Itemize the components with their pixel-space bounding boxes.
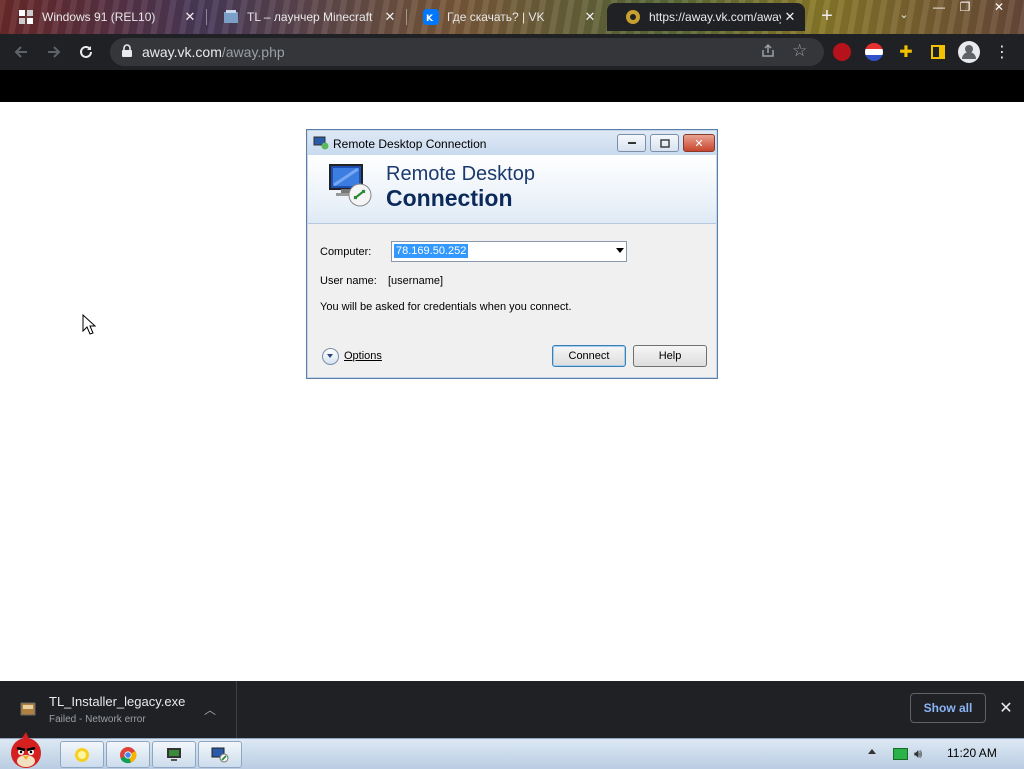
start-button-angry-bird-icon[interactable]	[2, 731, 50, 769]
remote-desktop-dialog: Remote Desktop Connection ✕ Remote Deskt…	[306, 129, 718, 379]
tab-title: https://away.vk.com/away.php	[649, 10, 781, 24]
profile-avatar-icon[interactable]	[958, 41, 980, 63]
banner-heading-line1: Remote Desktop	[386, 163, 535, 185]
close-window-icon[interactable]: ✕	[984, 0, 1014, 18]
dialog-minimize-button[interactable]	[617, 134, 646, 152]
banner-heading-line2: Connection	[386, 185, 513, 211]
forward-arrow-icon[interactable]	[43, 41, 65, 63]
close-shelf-icon[interactable]: ✕	[996, 698, 1016, 718]
tab-title: Windows 91 (REL10)	[42, 10, 156, 24]
taskbar: 🔊︎ 11:20 AM	[0, 732, 1024, 769]
taskbar-chrome-button[interactable]	[106, 741, 150, 768]
connect-button[interactable]: Connect	[552, 345, 626, 367]
bookmark-star-icon[interactable]: ☆	[792, 41, 807, 61]
tab-strip: Windows 91 (REL10) ✕ TL – лаунчер Minecr…	[0, 0, 1024, 34]
dialog-banner: Remote Desktop Connection	[308, 155, 716, 224]
tab-close-icon[interactable]: ✕	[781, 9, 799, 25]
mouse-pointer-icon	[82, 314, 97, 335]
computer-label: Computer:	[320, 246, 372, 258]
username-label: User name:	[320, 275, 377, 287]
tab-windows91[interactable]: Windows 91 (REL10) ✕	[0, 3, 207, 31]
back-arrow-icon[interactable]	[10, 41, 32, 63]
browser-menu-kebab-icon[interactable]: ⋮	[991, 41, 1013, 63]
tab-search-chevron-icon[interactable]: ⌄	[895, 8, 913, 26]
taskbar-remote-desktop-button[interactable]	[198, 741, 242, 768]
dialog-close-button[interactable]: ✕	[683, 134, 715, 152]
computer-value[interactable]: 78.169.50.252	[394, 244, 469, 258]
tab-tlauncher[interactable]: TL – лаунчер Minecraft ✕	[205, 3, 407, 31]
tlauncher-favicon-icon	[224, 10, 238, 23]
address-bar[interactable]: away.vk.com/away.php ☆	[110, 38, 824, 66]
tab-vk[interactable]: K Где скачать? | VK ✕	[405, 3, 605, 31]
username-value: [username]	[388, 275, 444, 287]
ublock-extension-icon[interactable]	[833, 43, 851, 61]
dialog-titlebar[interactable]: Remote Desktop Connection ✕	[308, 131, 716, 155]
show-all-button[interactable]: Show all	[910, 693, 986, 723]
network-monitor-icon	[167, 747, 181, 761]
remote-desktop-monitor-icon	[329, 164, 372, 207]
taskbar-network-button[interactable]	[152, 741, 196, 768]
computer-combobox[interactable]: 78.169.50.252	[391, 241, 627, 262]
help-button[interactable]: Help	[633, 345, 707, 367]
tab-close-icon[interactable]: ✕	[581, 9, 599, 25]
browser-toolbar: away.vk.com/away.php ☆ ✚ ⋮	[0, 34, 1024, 70]
share-icon[interactable]	[760, 43, 776, 62]
url-path: /away.php	[221, 44, 285, 60]
tab-close-icon[interactable]: ✕	[381, 9, 399, 25]
tab-title: TL – лаунчер Minecraft	[247, 10, 373, 24]
chevron-down-icon[interactable]	[616, 248, 624, 253]
credentials-note: You will be asked for credentials when y…	[320, 301, 572, 313]
download-status: Failed - Network error	[49, 714, 146, 725]
tab-close-icon[interactable]: ✕	[181, 9, 199, 25]
chrome-icon	[120, 746, 137, 763]
tab-away-vk-active[interactable]: https://away.vk.com/away.php ✕	[607, 3, 805, 31]
folder-icon	[75, 747, 89, 762]
dialog-maximize-button[interactable]	[650, 134, 679, 152]
taskbar-clock[interactable]: 11:20 AM	[947, 746, 997, 760]
minimize-icon	[627, 142, 636, 144]
close-icon: ✕	[694, 137, 704, 150]
vpn-flag-extension-icon[interactable]	[865, 43, 883, 61]
download-shelf: TL_Installer_legacy.exe Failed - Network…	[0, 681, 1024, 738]
vk-favicon-icon: K	[423, 9, 439, 25]
maximize-icon	[659, 138, 670, 148]
taskbar-explorer-button[interactable]	[60, 741, 104, 768]
remote-desktop-taskbar-icon	[211, 747, 229, 762]
url-host: away.vk.com	[142, 44, 222, 60]
url-text[interactable]: away.vk.com/away.php	[142, 44, 285, 60]
chevron-up-icon[interactable]: ︿	[204, 701, 216, 718]
side-panel-icon[interactable]	[927, 41, 949, 63]
extensions-puzzle-icon[interactable]: ✚	[895, 41, 917, 63]
restore-window-icon[interactable]: ❐	[950, 0, 980, 18]
volume-icon[interactable]: 🔊︎	[914, 746, 922, 762]
reload-icon[interactable]	[75, 41, 97, 63]
options-link[interactable]: Options	[344, 350, 382, 362]
dialog-title: Remote Desktop Connection	[333, 137, 487, 151]
new-tab-plus-icon[interactable]: +	[816, 6, 838, 28]
download-item[interactable]: TL_Installer_legacy.exe Failed - Network…	[0, 681, 237, 738]
windows91-favicon-icon	[19, 10, 33, 24]
loading-globe-icon	[626, 10, 640, 24]
svg-text:K: K	[426, 14, 434, 24]
rdp-small-icon	[313, 136, 329, 150]
options-expand-icon[interactable]	[322, 348, 339, 365]
tray-expand-icon[interactable]	[868, 749, 876, 754]
installer-file-icon	[20, 702, 36, 716]
lock-icon[interactable]	[120, 44, 134, 58]
page-top-strip	[0, 70, 1024, 102]
battery-icon[interactable]	[893, 748, 908, 760]
tab-title: Где скачать? | VK	[447, 10, 545, 24]
download-file-name: TL_Installer_legacy.exe	[49, 694, 186, 709]
